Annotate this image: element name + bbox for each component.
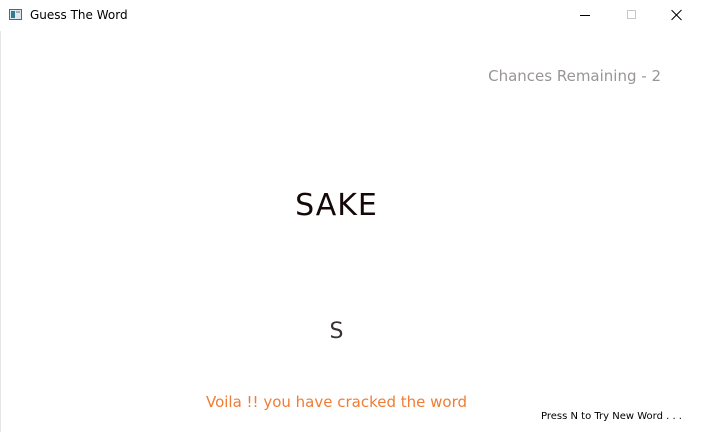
window-title: Guess The Word bbox=[30, 8, 128, 22]
status-message: Voila !! you have cracked the word bbox=[205, 393, 468, 411]
close-icon bbox=[671, 9, 683, 21]
app-window-icon bbox=[9, 9, 22, 20]
minimize-button[interactable] bbox=[562, 0, 608, 31]
chances-remaining: Chances Remaining - 2 bbox=[488, 67, 661, 85]
maximize-icon bbox=[627, 10, 636, 19]
new-word-hint: Press N to Try New Word . . . bbox=[541, 411, 682, 422]
maximize-button[interactable] bbox=[608, 0, 654, 31]
secret-word: SAKE bbox=[295, 188, 378, 223]
last-guess-letter: S bbox=[329, 319, 344, 344]
game-window: Guess The Word Chances Remaining - 2 SAK… bbox=[0, 0, 702, 432]
minimize-icon bbox=[580, 15, 590, 16]
title-bar[interactable]: Guess The Word bbox=[0, 0, 702, 31]
close-button[interactable] bbox=[654, 0, 700, 31]
